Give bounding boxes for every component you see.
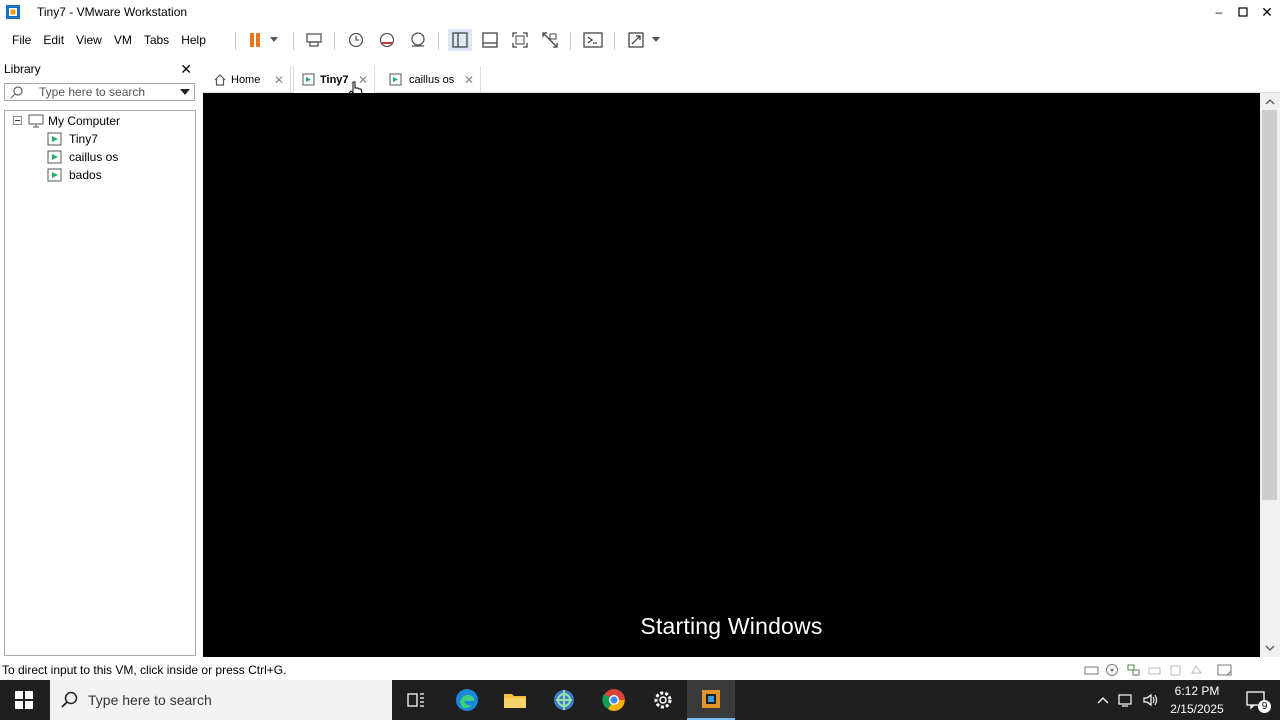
title-bar: Tiny7 - VMware Workstation — [0, 0, 1280, 24]
hard-disk-icon[interactable] — [1084, 663, 1099, 677]
tab-bar: Home ✕ Tiny7 ✕ caillus os ✕ — [203, 66, 1280, 93]
library-search-input[interactable]: Type here to search — [4, 83, 195, 101]
tab-label: Home — [231, 73, 261, 86]
tab-home[interactable]: Home ✕ — [205, 66, 291, 93]
file-explorer-icon[interactable] — [491, 680, 539, 720]
tab-label: Tiny7 — [320, 73, 349, 86]
taskbar-search-placeholder: Type here to search — [88, 692, 212, 708]
menu-vm[interactable]: VM — [108, 26, 138, 54]
chrome-browser-icon[interactable] — [590, 680, 638, 720]
toolbar-separator — [570, 32, 571, 50]
menu-tabs[interactable]: Tabs — [138, 26, 175, 54]
message-log-icon[interactable] — [1216, 663, 1234, 677]
minimize-button[interactable]: – — [1207, 0, 1231, 24]
tree-label: My Computer — [48, 114, 121, 128]
menu-view[interactable]: View — [70, 26, 108, 54]
library-title: Library — [4, 62, 41, 76]
taskbar-search-box[interactable]: Type here to search — [50, 680, 392, 720]
search-icon — [10, 86, 23, 99]
notification-center-icon[interactable]: 9 — [1232, 680, 1280, 720]
revert-snapshot-icon[interactable] — [375, 29, 399, 51]
show-library-icon[interactable] — [448, 29, 472, 51]
tab-label: caillus os — [409, 73, 455, 86]
library-header: Library ✕ — [0, 58, 200, 80]
menu-help[interactable]: Help — [175, 26, 212, 54]
toolbar-separator — [334, 32, 335, 50]
library-panel: Library ✕ Type here to search My Compute… — [0, 58, 200, 660]
taskbar: Type here to search 6:12 PM 2/15/2025 9 — [0, 680, 1280, 720]
toolbar-separator — [438, 32, 439, 50]
close-tab-icon[interactable]: ✕ — [464, 73, 474, 87]
snapshot-manager-icon[interactable] — [406, 29, 430, 51]
windows-logo-icon — [15, 691, 33, 709]
sound-card-icon[interactable] — [1168, 663, 1183, 677]
collapse-icon[interactable] — [13, 116, 23, 126]
scroll-up-icon[interactable] — [1260, 95, 1280, 109]
vm-icon — [389, 73, 402, 85]
show-hidden-icons[interactable] — [1092, 680, 1114, 720]
volume-icon[interactable] — [1140, 680, 1162, 720]
tree-node-my-computer[interactable]: My Computer — [13, 112, 120, 130]
menu-file[interactable]: File — [6, 26, 37, 54]
library-tree: My Computer Tiny7 caillus os bados — [4, 110, 196, 656]
clock-date: 2/15/2025 — [1170, 702, 1224, 716]
vm-icon — [47, 132, 62, 146]
search-icon — [61, 691, 78, 708]
vm-icon — [302, 73, 315, 85]
thumbnail-bar-icon[interactable] — [478, 29, 502, 51]
usb-icon[interactable] — [1189, 663, 1204, 677]
unity-icon[interactable] — [538, 29, 562, 51]
maximize-button[interactable] — [1231, 0, 1255, 24]
notification-count-badge: 9 — [1258, 700, 1271, 713]
toolbar-separator — [614, 32, 615, 50]
start-button[interactable] — [0, 680, 48, 720]
printer-icon[interactable] — [1147, 663, 1162, 677]
close-tab-icon[interactable]: ✕ — [274, 73, 284, 87]
vm-icon — [47, 150, 62, 164]
tree-label: bados — [69, 168, 102, 182]
device-status-icons — [1084, 663, 1234, 677]
stretch-dropdown-icon[interactable] — [648, 29, 664, 51]
vm-icon — [47, 168, 62, 182]
vmware-taskbar-icon[interactable] — [687, 680, 735, 720]
tree-node-vm[interactable]: Tiny7 — [47, 130, 98, 148]
tree-label: Tiny7 — [69, 132, 98, 146]
search-dropdown-icon[interactable] — [180, 88, 190, 96]
scrollbar-thumb[interactable] — [1262, 110, 1277, 500]
tab-caillus-os[interactable]: caillus os ✕ — [381, 66, 481, 93]
tree-label: caillus os — [69, 150, 119, 164]
cd-drive-icon[interactable] — [1105, 663, 1120, 677]
network-tray-icon[interactable] — [1116, 680, 1138, 720]
send-ctrl-alt-del-icon[interactable] — [302, 29, 326, 51]
pause-icon[interactable] — [243, 29, 267, 51]
tree-node-vm[interactable]: caillus os — [47, 148, 118, 166]
library-search-placeholder: Type here to search — [39, 85, 146, 99]
home-icon — [214, 73, 226, 86]
toolbar-separator — [235, 32, 236, 50]
console-view-icon[interactable] — [581, 29, 605, 51]
toolbar-separator — [293, 32, 294, 50]
task-view-icon[interactable] — [392, 680, 440, 720]
full-screen-icon[interactable] — [508, 29, 532, 51]
menu-edit[interactable]: Edit — [37, 26, 70, 54]
vmware-app-icon — [5, 4, 21, 20]
status-text: To direct input to this VM, click inside… — [2, 663, 287, 677]
window-title: Tiny7 - VMware Workstation — [37, 5, 188, 19]
settings-gear-icon[interactable] — [639, 680, 687, 720]
vm-console[interactable]: Starting Windows — [203, 93, 1260, 657]
power-dropdown-icon[interactable] — [265, 29, 283, 51]
snapshot-icon[interactable] — [344, 29, 368, 51]
tree-node-vm[interactable]: bados — [47, 166, 102, 184]
boot-status-text: Starting Windows — [640, 613, 823, 639]
edge-browser-icon[interactable] — [443, 680, 491, 720]
close-library-icon[interactable]: ✕ — [180, 61, 192, 78]
clock-time: 6:12 PM — [1174, 684, 1220, 698]
network-globe-icon[interactable] — [540, 680, 588, 720]
computer-icon — [28, 114, 44, 128]
scroll-down-icon[interactable] — [1260, 641, 1280, 655]
stretch-guest-icon[interactable] — [624, 29, 648, 51]
close-window-button[interactable]: ✕ — [1255, 0, 1279, 24]
network-adapter-icon[interactable] — [1126, 663, 1141, 677]
system-clock[interactable]: 6:12 PM 2/15/2025 — [1166, 682, 1228, 718]
